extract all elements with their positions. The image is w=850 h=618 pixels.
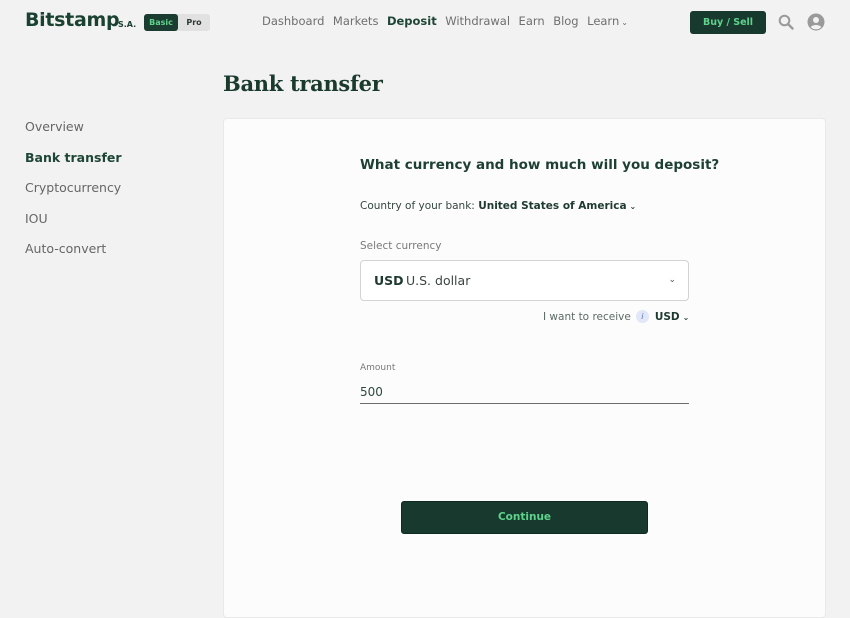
sidebar-item-bank-transfer[interactable]: Bank transfer — [25, 149, 122, 180]
bitstamp-logo[interactable]: Bitstamp — [25, 9, 120, 31]
currency-code: USD — [374, 273, 404, 288]
nav-earn[interactable]: Earn — [519, 14, 545, 28]
receive-label: I want to receive — [543, 310, 631, 323]
info-icon[interactable]: i — [635, 310, 649, 323]
country-dropdown[interactable]: United States of America ⌄ — [478, 200, 636, 212]
form-heading: What currency and how much will you depo… — [360, 157, 720, 173]
user-icon[interactable] — [807, 13, 825, 31]
search-icon[interactable] — [778, 14, 794, 30]
chevron-down-icon: ⌄ — [621, 18, 628, 27]
receive-currency-row: I want to receive i USD ⌄ — [543, 310, 689, 323]
nav-deposit[interactable]: Deposit — [387, 14, 437, 28]
select-currency-label: Select currency — [360, 240, 442, 252]
amount-label: Amount — [360, 363, 396, 373]
nav-withdrawal[interactable]: Withdrawal — [445, 14, 510, 28]
nav-blog[interactable]: Blog — [553, 14, 578, 28]
continue-button[interactable]: Continue — [401, 501, 648, 534]
nav-learn-label: Learn — [587, 14, 620, 28]
chevron-down-icon: ⌄ — [682, 312, 690, 322]
buy-sell-button[interactable]: Buy / Sell — [690, 11, 766, 34]
country-value: United States of America — [478, 200, 627, 212]
chevron-down-icon: ⌄ — [629, 202, 637, 211]
sidebar-item-iou[interactable]: IOU — [25, 210, 122, 241]
sidebar-item-overview[interactable]: Overview — [25, 118, 122, 149]
logo-suffix: S.A. — [118, 20, 137, 29]
sidebar-item-auto-convert[interactable]: Auto-convert — [25, 240, 122, 271]
currency-name: U.S. dollar — [406, 273, 471, 288]
sidebar-item-cryptocurrency[interactable]: Cryptocurrency — [25, 179, 122, 210]
currency-select[interactable]: USD U.S. dollar ⌄ — [360, 260, 689, 301]
deposit-form-card — [223, 118, 826, 618]
basic-pro-toggle: Basic Pro — [144, 14, 210, 31]
deposit-sidebar: Overview Bank transfer Cryptocurrency IO… — [25, 118, 122, 271]
amount-input[interactable] — [360, 380, 689, 404]
country-label: Country of your bank: — [360, 200, 475, 212]
chevron-down-icon: ⌄ — [668, 275, 676, 285]
receive-currency-value: USD — [654, 310, 680, 323]
nav-learn[interactable]: Learn ⌄ — [587, 14, 628, 28]
main-nav: Dashboard Markets Deposit Withdrawal Ear… — [262, 14, 636, 28]
nav-markets[interactable]: Markets — [333, 14, 379, 28]
receive-currency-dropdown[interactable]: USD ⌄ — [655, 311, 690, 323]
page-title: Bank transfer — [223, 71, 383, 96]
top-navigation-bar: Bitstamp S.A. Basic Pro Dashboard Market… — [0, 0, 850, 45]
nav-dashboard[interactable]: Dashboard — [262, 14, 324, 28]
mode-basic-button[interactable]: Basic — [144, 14, 178, 31]
mode-pro-button[interactable]: Pro — [178, 14, 210, 31]
bank-country-row: Country of your bank: United States of A… — [360, 200, 636, 212]
